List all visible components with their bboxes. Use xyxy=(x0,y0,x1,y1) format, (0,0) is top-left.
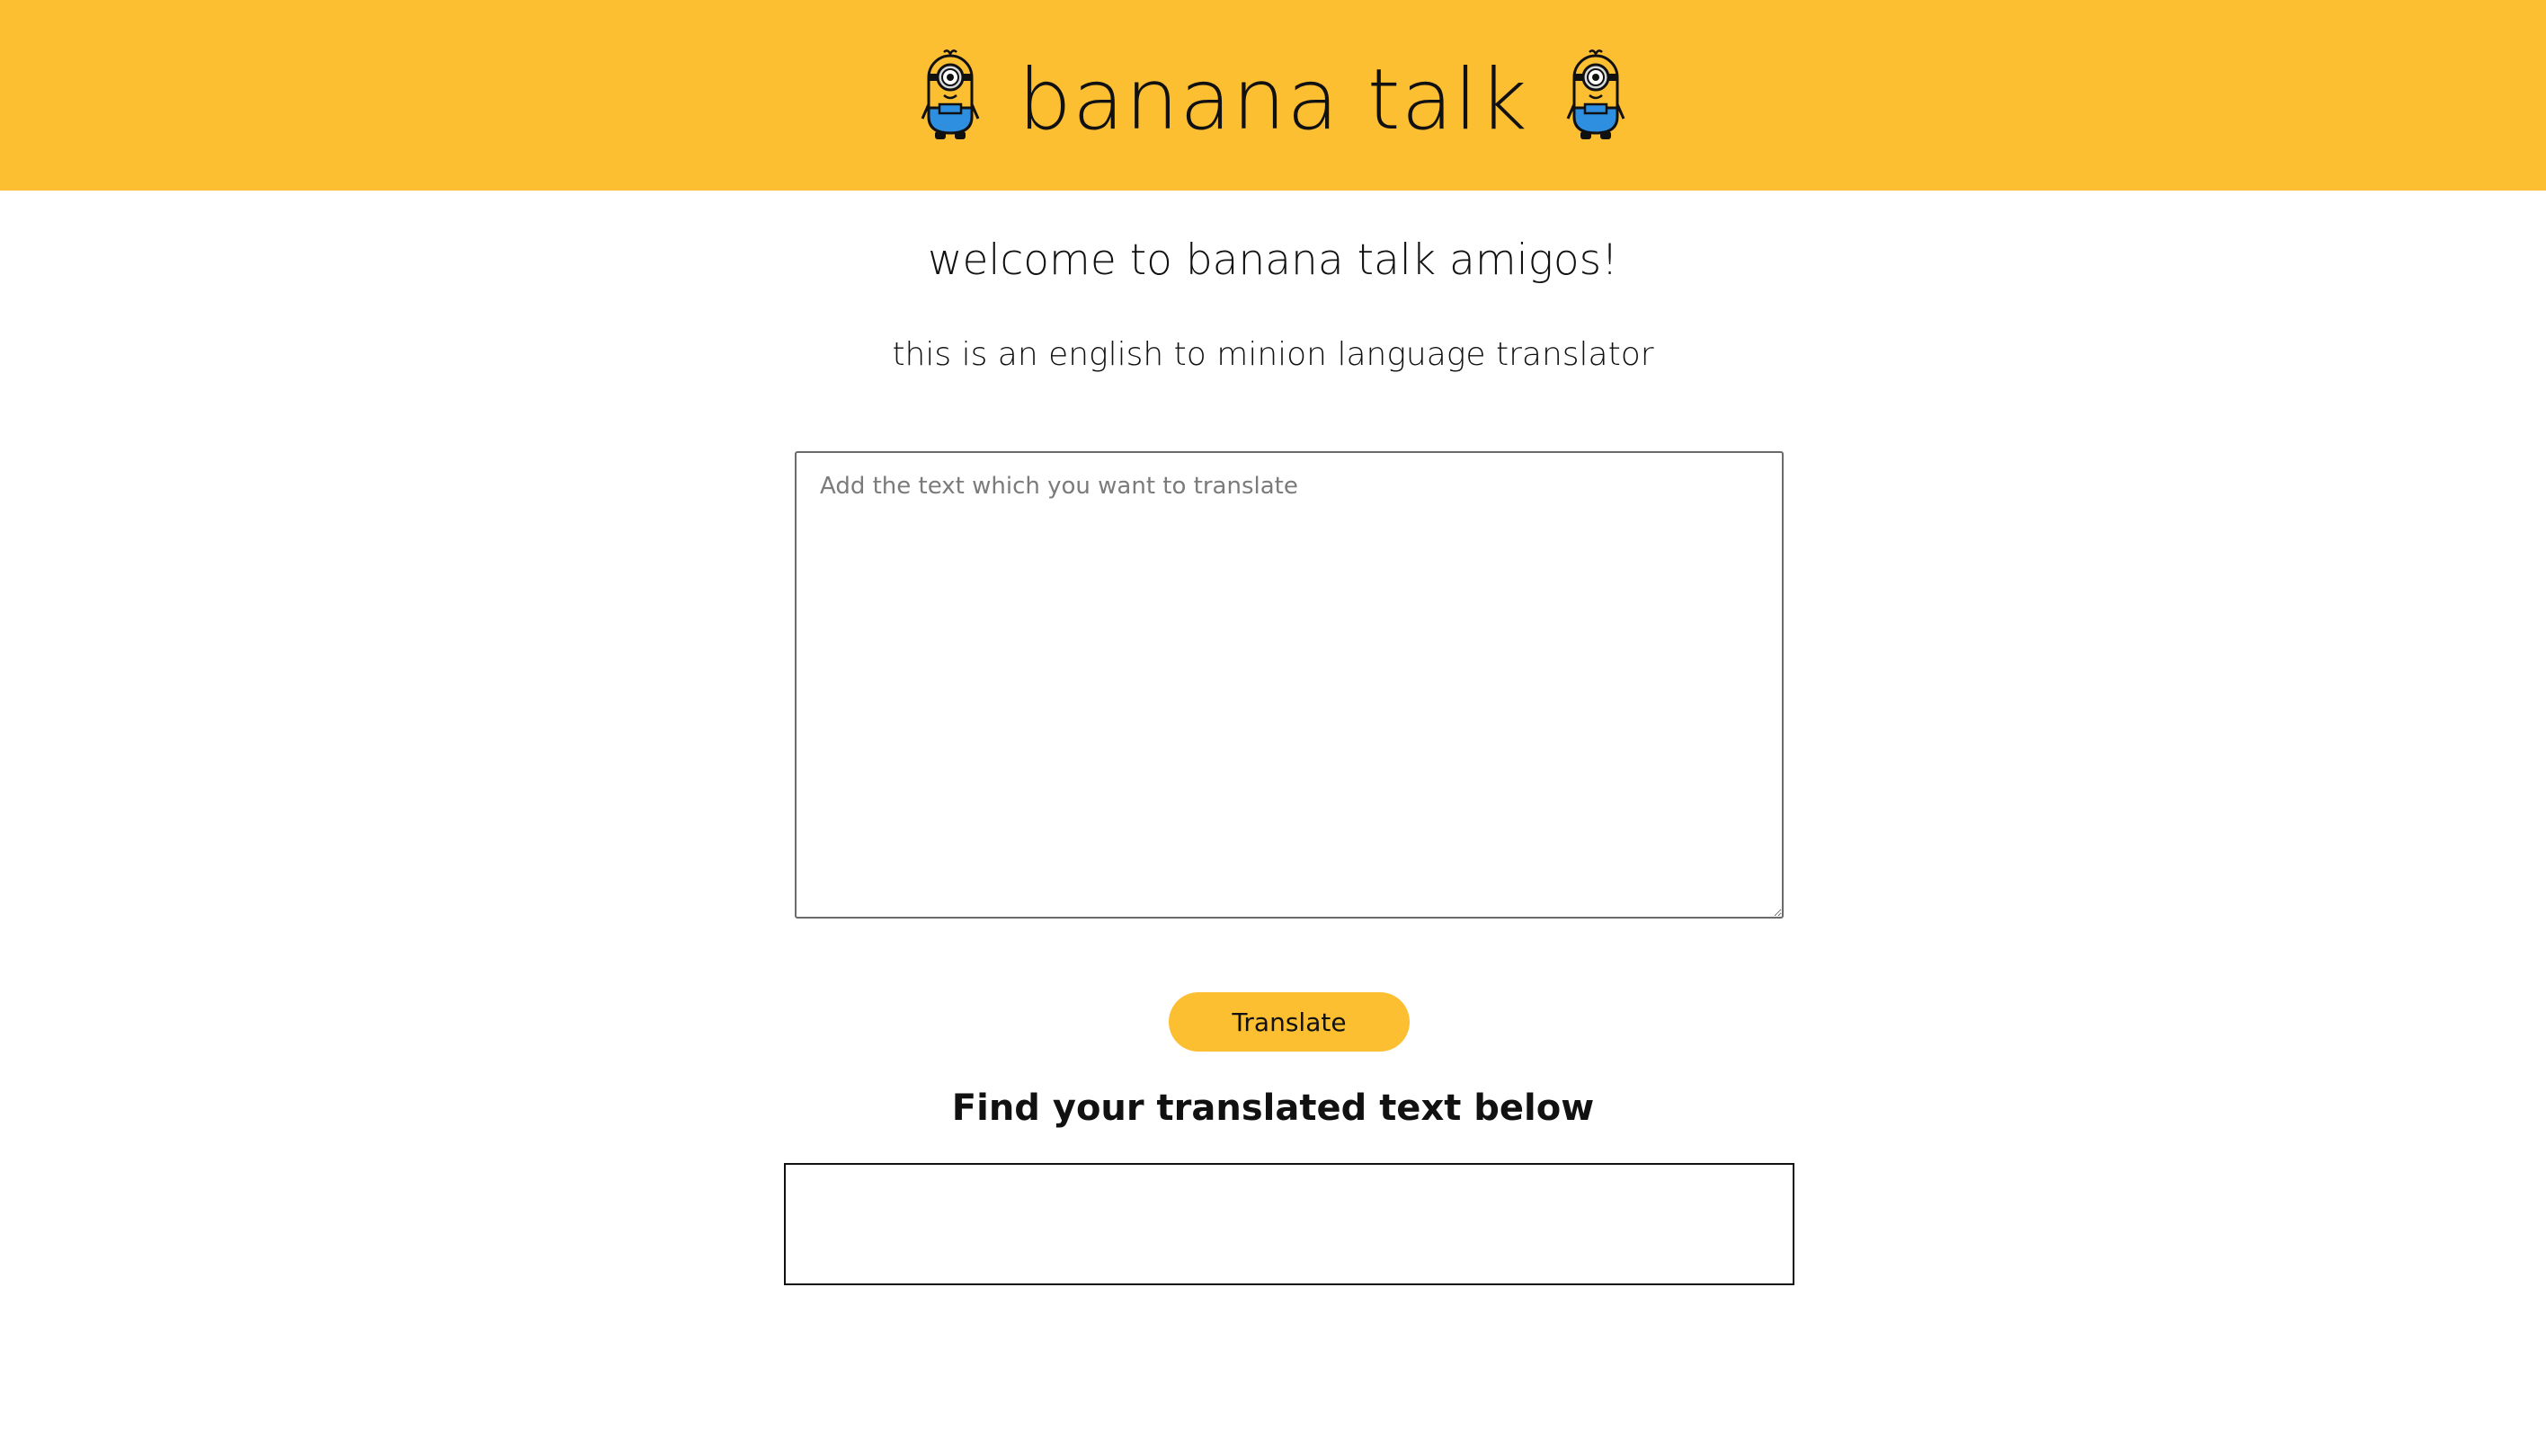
welcome-heading: welcome to banana talk amigos! xyxy=(928,235,1618,285)
translate-button[interactable]: Translate xyxy=(1169,992,1410,1052)
header-title-row: banana talk xyxy=(0,0,2546,191)
minion-icon xyxy=(921,49,980,139)
translation-input[interactable] xyxy=(795,451,1784,919)
app-title: banana talk xyxy=(1018,51,1528,149)
minion-icon xyxy=(1566,49,1625,139)
translation-output xyxy=(784,1163,1794,1285)
output-label: Find your translated text below xyxy=(951,1088,1595,1129)
app-header: banana talk xyxy=(0,0,2546,191)
subtitle: this is an english to minion language tr… xyxy=(892,336,1654,373)
